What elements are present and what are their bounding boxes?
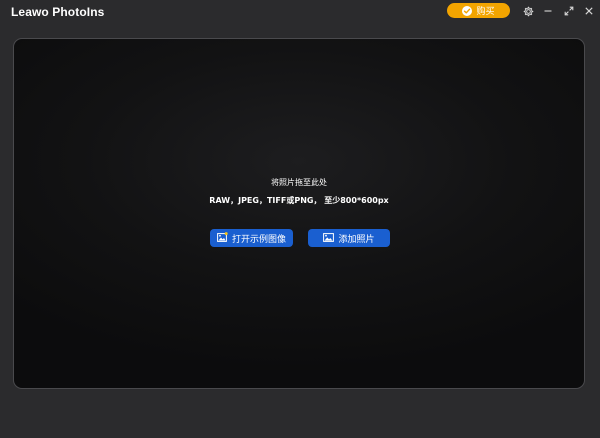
app-window: Leawo PhotoIns 购买 将照片拖至此处 RAW，JPEG，TIFF或… <box>0 0 600 438</box>
close-icon[interactable] <box>581 3 597 19</box>
maximize-icon[interactable] <box>561 3 577 19</box>
open-sample-label: 打开示例图像 <box>231 234 286 245</box>
sample-image-icon <box>217 229 228 247</box>
image-icon <box>323 229 335 247</box>
minimize-icon[interactable] <box>540 3 556 19</box>
checkmark-icon <box>462 5 473 16</box>
buy-button[interactable]: 购买 <box>447 3 510 18</box>
add-photo-label: 添加照片 <box>338 234 375 245</box>
drop-title: 将照片拖至此处 <box>271 178 327 187</box>
gear-icon[interactable] <box>520 3 536 19</box>
app-title: Leawo PhotoIns <box>11 5 105 19</box>
add-photo-button[interactable]: 添加照片 <box>308 229 390 247</box>
title-bar: Leawo PhotoIns 购买 <box>0 0 600 24</box>
buy-label: 购买 <box>476 7 495 17</box>
open-sample-image-button[interactable]: 打开示例图像 <box>210 229 293 247</box>
supported-formats-text: RAW，JPEG，TIFF或PNG， 至少800*600px <box>209 196 389 205</box>
photo-drop-area[interactable]: 将照片拖至此处 RAW，JPEG，TIFF或PNG， 至少800*600px 打… <box>13 38 585 389</box>
